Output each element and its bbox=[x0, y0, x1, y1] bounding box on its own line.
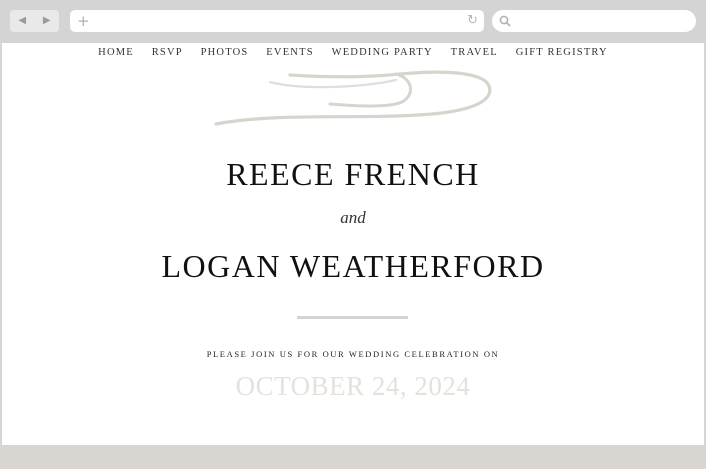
browser-toolbar: ◀ ▶ + ↻ bbox=[0, 0, 706, 43]
nav-home[interactable]: HOME bbox=[98, 47, 134, 58]
site-navigation: HOME RSVP PHOTOS EVENTS WEDDING PARTY TR… bbox=[0, 47, 706, 63]
search-icon bbox=[499, 15, 511, 27]
nav-events[interactable]: EVENTS bbox=[266, 47, 313, 58]
nav-wedding-party[interactable]: WEDDING PARTY bbox=[332, 47, 433, 58]
address-bar[interactable]: + ↻ bbox=[70, 10, 484, 32]
footer-band bbox=[0, 445, 706, 469]
conjunction-text: and bbox=[340, 208, 366, 227]
flourish-ornament bbox=[214, 70, 492, 126]
back-icon[interactable]: ◀ bbox=[18, 16, 26, 26]
history-buttons: ◀ ▶ bbox=[10, 10, 59, 32]
partner-two-name: LOGAN WEATHERFORD bbox=[161, 248, 545, 284]
nav-gift-registry[interactable]: GIFT REGISTRY bbox=[516, 47, 608, 58]
invitation-text: PLEASE JOIN US FOR OUR WEDDING CELEBRATI… bbox=[206, 349, 500, 359]
wedding-date: OCTOBER 24, 2024 bbox=[235, 371, 471, 401]
divider bbox=[297, 316, 408, 319]
nav-photos[interactable]: PHOTOS bbox=[201, 47, 249, 58]
reload-icon[interactable]: ↻ bbox=[467, 12, 478, 30]
forward-icon[interactable]: ▶ bbox=[43, 16, 51, 26]
nav-rsvp[interactable]: RSVP bbox=[152, 47, 183, 58]
nav-travel[interactable]: TRAVEL bbox=[451, 47, 498, 58]
search-field[interactable] bbox=[492, 10, 696, 32]
partner-one-name: REECE FRENCH bbox=[226, 156, 480, 192]
new-tab-icon[interactable]: + bbox=[77, 12, 90, 30]
